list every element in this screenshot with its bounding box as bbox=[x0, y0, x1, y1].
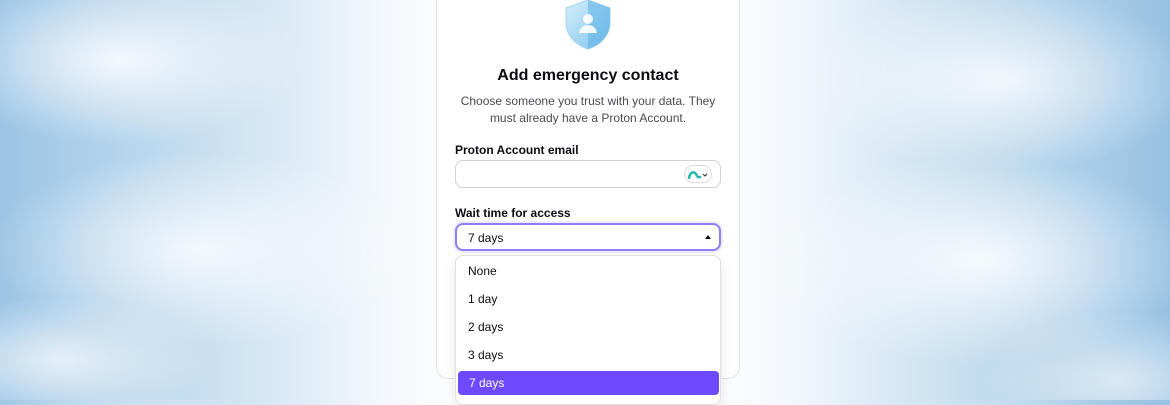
option-none[interactable]: None bbox=[457, 259, 719, 283]
option-1-day[interactable]: 1 day bbox=[457, 287, 719, 311]
chevron-down-icon bbox=[702, 173, 708, 177]
proton-logo-icon bbox=[687, 171, 708, 180]
dialog-title: Add emergency contact bbox=[497, 67, 679, 84]
shield-icon bbox=[565, 0, 611, 50]
caret-up-icon bbox=[705, 235, 711, 239]
wait-time-label: Wait time for access bbox=[455, 206, 571, 220]
email-field[interactable] bbox=[455, 160, 721, 189]
wait-time-dropdown: None 1 day 2 days 3 days 7 days bbox=[455, 255, 721, 405]
dialog-subtitle: Choose someone you trust with your data.… bbox=[460, 94, 716, 125]
proton-account-button[interactable] bbox=[684, 165, 712, 183]
wait-time-selected-value: 7 days bbox=[468, 231, 504, 245]
wait-time-select[interactable]: 7 days bbox=[455, 223, 721, 251]
email-input[interactable] bbox=[466, 161, 690, 189]
email-field-label: Proton Account email bbox=[455, 143, 579, 157]
option-2-days[interactable]: 2 days bbox=[457, 315, 719, 339]
option-7-days[interactable]: 7 days bbox=[458, 371, 719, 395]
option-3-days[interactable]: 3 days bbox=[457, 343, 719, 367]
